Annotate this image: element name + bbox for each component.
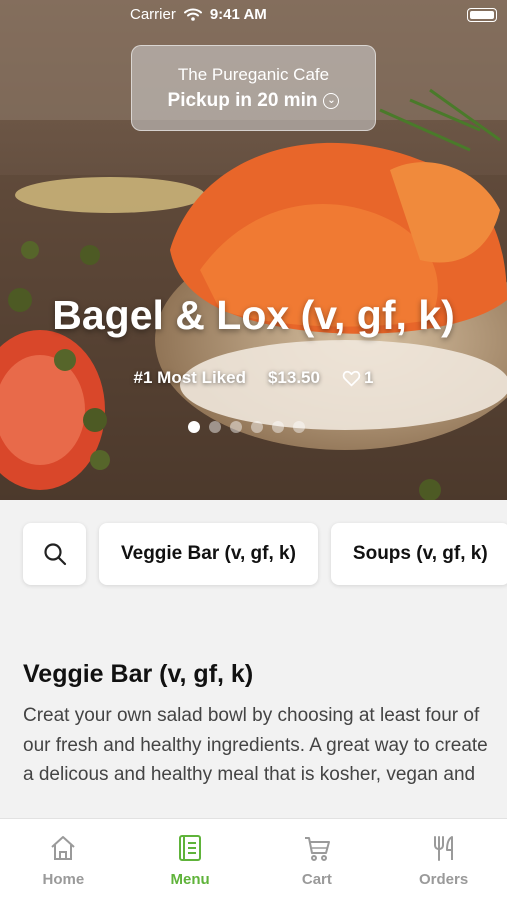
pickup-selector[interactable]: The Pureganic Cafe Pickup in 20 min ⌄ [131,45,376,131]
wifi-icon [183,8,202,21]
section-description: Creat your own salad bowl by choosing at… [23,705,488,785]
pickup-time-row: Pickup in 20 min ⌄ [132,90,375,112]
chevron-down-icon: ⌄ [323,93,340,109]
clock: 9:41 AM [209,6,267,23]
search-icon [43,543,66,566]
tab-cart[interactable]: Cart [254,819,381,900]
pickup-time: Pickup in 20 min [167,90,318,111]
heart-icon [342,370,361,386]
category-bar: Veggie Bar (v, gf, k) Soups (v, gf, k) [23,523,507,585]
status-bar: Carrier 9:41 AM [0,4,507,28]
battery-icon [467,8,497,22]
likes-count: 1 [363,368,374,387]
carousel-dot[interactable] [209,421,221,433]
tab-label: Cart [301,871,332,888]
carousel-dots[interactable] [188,421,305,433]
tab-orders[interactable]: Orders [380,819,507,900]
carousel-dot[interactable] [230,421,242,433]
category-chip-veggie-bar[interactable]: Veggie Bar (v, gf, k) [99,523,318,585]
tab-label: Home [42,871,85,888]
tab-label: Menu [170,871,210,888]
tab-bar: Home Menu Cart Orders [0,818,507,900]
tab-label: Orders [419,871,469,888]
carousel-dot[interactable] [188,421,200,433]
hero-banner[interactable]: Carrier 9:41 AM The Pureganic Cafe Picku… [0,0,507,500]
price-label: $13.50 [267,368,320,387]
featured-item-title: Bagel & Lox (v, gf, k) [52,292,455,338]
search-button[interactable] [23,523,86,585]
likes[interactable]: 1 [342,368,373,388]
carousel-dot[interactable] [272,421,284,433]
tab-menu[interactable]: Menu [127,819,254,900]
category-chip-soups[interactable]: Soups (v, gf, k) [330,523,507,585]
carrier-label: Carrier [130,6,176,23]
tab-home[interactable]: Home [0,819,127,900]
featured-item-meta: #1 Most Liked $13.50 1 [0,368,507,388]
home-icon [51,836,76,860]
menu-book-icon [179,835,202,861]
restaurant-name: The Pureganic Cafe [177,65,330,84]
carousel-dot[interactable] [293,421,305,433]
fork-knife-icon [433,836,453,861]
carousel-dot[interactable] [251,421,263,433]
section-title: Veggie Bar (v, gf, k) [23,660,254,688]
rank-label: #1 Most Liked [133,368,246,387]
cart-icon [304,837,330,861]
